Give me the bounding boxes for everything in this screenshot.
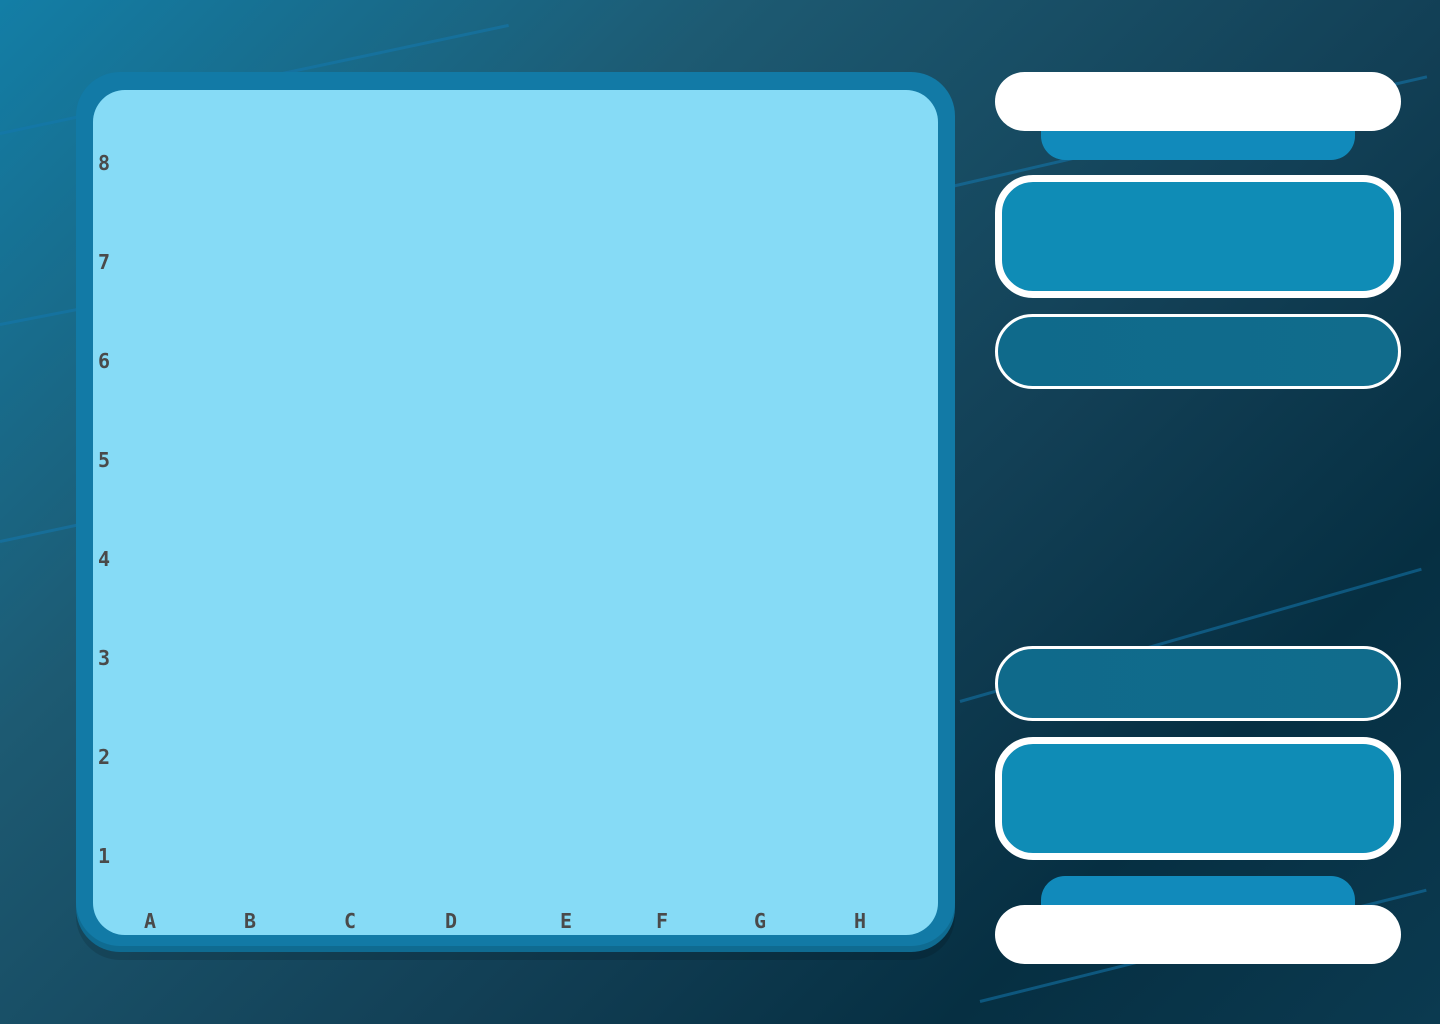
- top-player-info-bar[interactable]: [995, 314, 1401, 389]
- file-label: B: [244, 909, 257, 933]
- file-label: H: [854, 909, 867, 933]
- rank-label: 4: [98, 547, 111, 571]
- rank-label: 1: [98, 844, 111, 868]
- chess-board-frame: 8 7 6 5 4 3 2 1 A B C D E F G H: [76, 72, 955, 952]
- file-label: F: [656, 909, 669, 933]
- top-player-bar: [995, 72, 1401, 131]
- file-label: G: [754, 909, 767, 933]
- bottom-player-info-bar[interactable]: [995, 646, 1401, 721]
- bottom-player-card[interactable]: [995, 737, 1401, 860]
- bottom-player-bar: [995, 905, 1401, 964]
- file-label: E: [560, 909, 573, 933]
- rank-label: 5: [98, 448, 111, 472]
- chess-board[interactable]: 8 7 6 5 4 3 2 1 A B C D E F G H: [93, 90, 938, 935]
- rank-label: 8: [98, 151, 111, 175]
- file-label: C: [344, 909, 357, 933]
- rank-label: 7: [98, 250, 111, 274]
- file-label: A: [144, 909, 157, 933]
- rank-label: 3: [98, 646, 111, 670]
- rank-label: 6: [98, 349, 111, 373]
- top-player-card[interactable]: [995, 175, 1401, 298]
- rank-label: 2: [98, 745, 111, 769]
- file-label: D: [445, 909, 458, 933]
